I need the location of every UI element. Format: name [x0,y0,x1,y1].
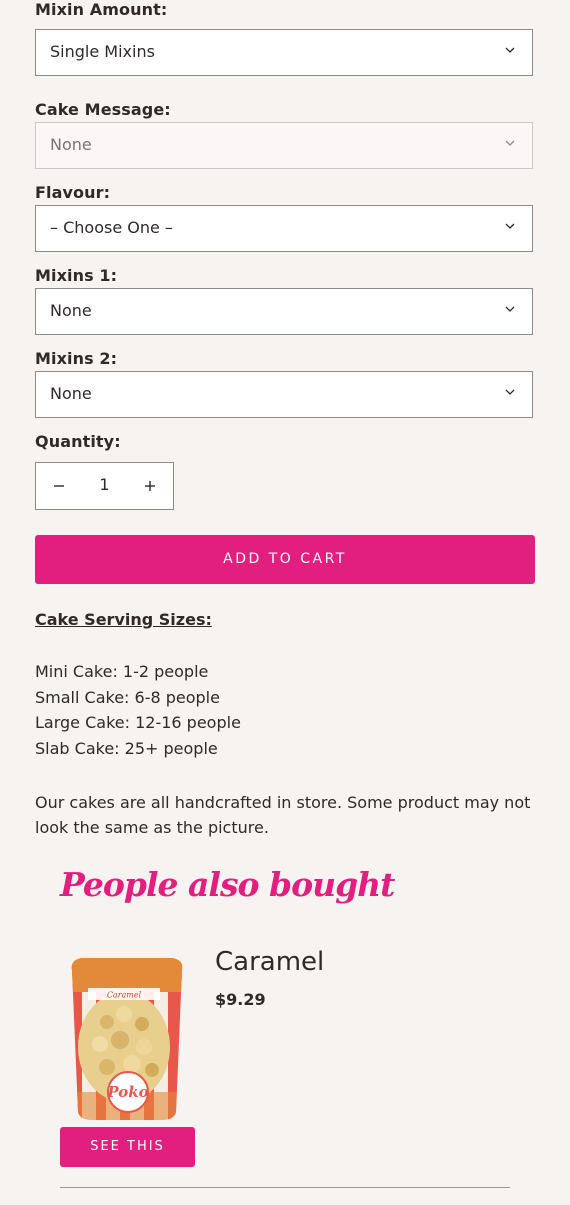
mixins-2-select[interactable]: None [35,371,533,418]
chevron-down-icon [505,47,515,53]
section-divider [60,1187,510,1188]
serving-line-mini: Mini Cake: 1-2 people [35,662,209,681]
flavour-select[interactable]: – Choose One – [35,205,533,252]
mixin-amount-select[interactable]: Single Mixins [35,29,533,76]
serving-line-large: Large Cake: 12-16 people [35,713,241,732]
chevron-down-icon [505,306,515,312]
cake-message-label: Cake Message: [35,100,171,119]
product-price: $9.29 [215,990,266,1009]
chevron-down-icon [505,389,515,395]
handcrafted-disclaimer: Our cakes are all handcrafted in store. … [35,793,531,837]
people-also-bought-heading: People also bought [60,865,395,904]
cake-message-value: None [50,135,92,154]
minus-icon [54,485,64,487]
flavour-label: Flavour: [35,183,111,202]
product-name[interactable]: Caramel [215,947,324,977]
serving-sizes-heading: Cake Serving Sizes: [35,610,212,629]
quantity-label: Quantity: [35,432,121,451]
mixins-1-value: None [50,301,92,320]
mixins-1-label: Mixins 1: [35,266,118,285]
mixins-1-select[interactable]: None [35,288,533,335]
cake-message-select[interactable]: None [35,122,533,169]
mixins-2-value: None [50,384,92,403]
quantity-input[interactable]: 1 [82,475,127,494]
add-to-cart-button[interactable]: ADD TO CART [35,535,535,584]
plus-icon [145,481,155,491]
serving-line-slab: Slab Cake: 25+ people [35,739,218,758]
mixin-amount-value: Single Mixins [50,42,155,61]
quantity-decrease-button[interactable] [36,463,82,509]
bag-brand-text: Poko [106,1083,148,1101]
caramel-popcorn-bag-image[interactable]: Caramel Poko [62,952,187,1124]
quantity-stepper: 1 [35,462,174,510]
chevron-down-icon [505,223,515,229]
flavour-value: – Choose One – [50,218,173,237]
serving-line-small: Small Cake: 6-8 people [35,688,220,707]
mixins-2-label: Mixins 2: [35,349,118,368]
quantity-increase-button[interactable] [127,463,173,509]
bag-label-text: Caramel [107,991,142,1000]
chevron-down-icon [505,140,515,146]
see-this-button[interactable]: SEE THIS [60,1127,195,1167]
mixin-amount-label: Mixin Amount: [35,0,168,19]
